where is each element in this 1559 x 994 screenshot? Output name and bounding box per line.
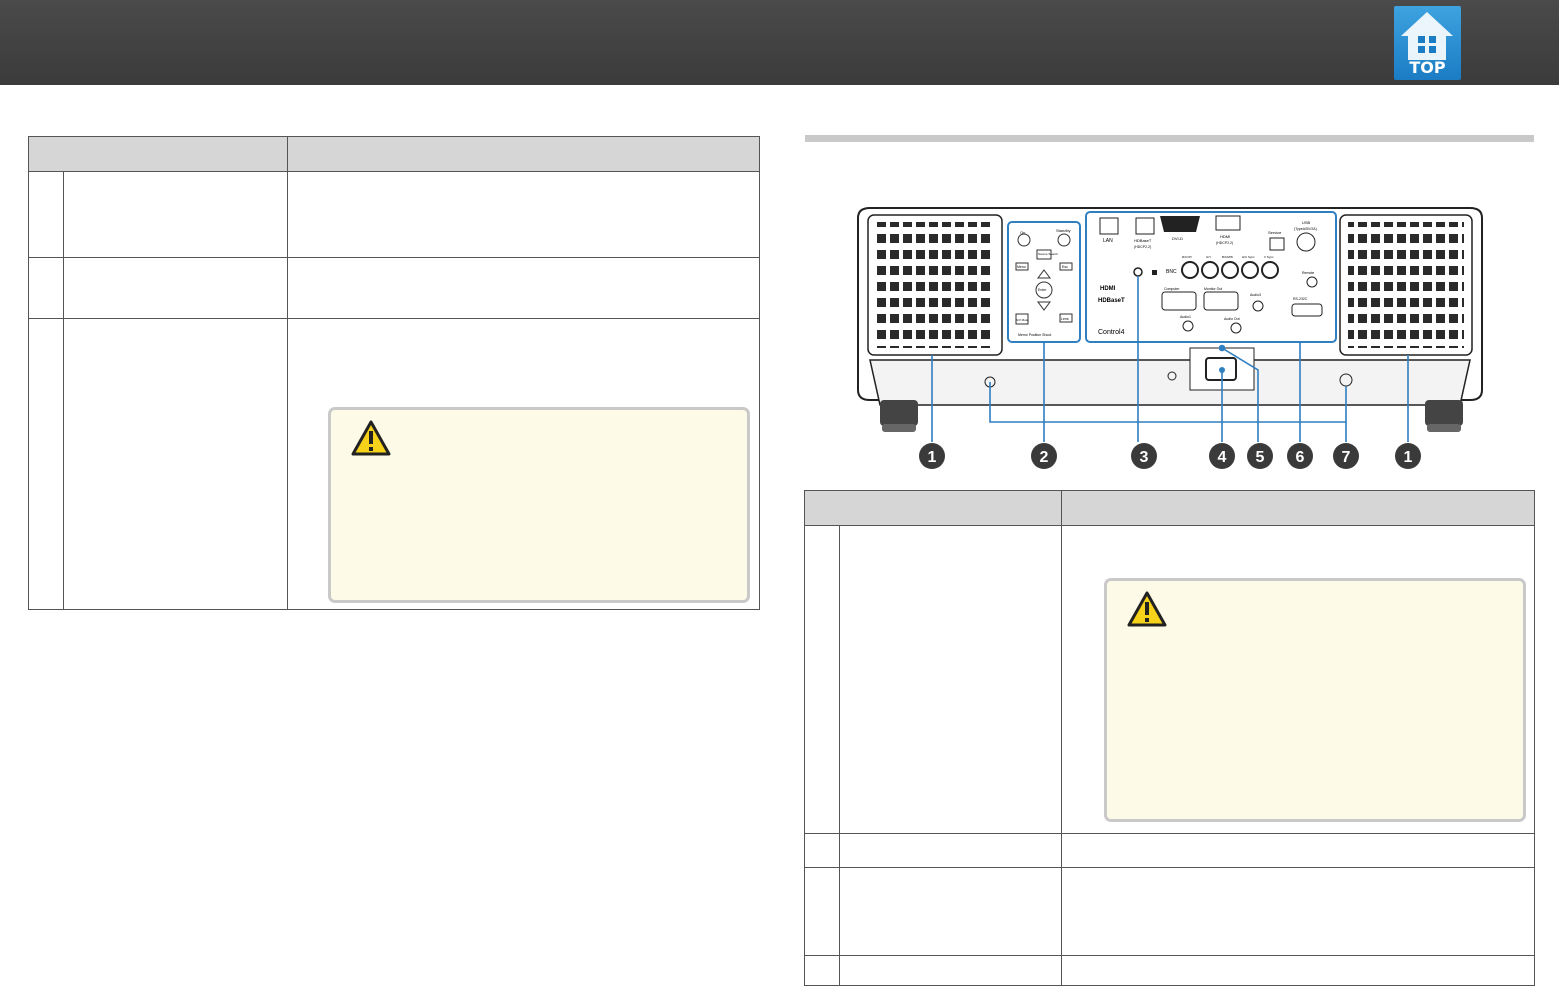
table-header-name xyxy=(28,136,288,172)
callout-7: 7 xyxy=(1342,449,1351,466)
bnc-label-1: R/Cr/Pr xyxy=(1182,255,1192,259)
row-name xyxy=(839,867,1062,956)
service-port-label: Service xyxy=(1268,230,1282,235)
panel-lens-label: Lens xyxy=(1061,317,1069,321)
row-name xyxy=(63,318,288,610)
row-function xyxy=(287,257,760,319)
computer-port-label: Computer xyxy=(1164,287,1180,291)
callout-3: 3 xyxy=(1140,449,1149,466)
row-name xyxy=(63,257,288,319)
panel-memo-label: Memo Position Shoot xyxy=(1018,333,1051,337)
callout-6: 6 xyxy=(1296,449,1305,466)
row-name xyxy=(839,955,1062,986)
hdmi-port-label: HDMI xyxy=(1220,234,1230,239)
table-header-name xyxy=(804,490,1062,526)
left-spec-table xyxy=(27,136,760,610)
panel-enter-label: Enter xyxy=(1038,288,1047,292)
panel-standby-label: Standby xyxy=(1056,228,1071,233)
right-spec-table xyxy=(803,490,1535,986)
panel-menu-label: Menu xyxy=(1017,265,1026,269)
table-row xyxy=(803,525,1535,834)
left-air-vent xyxy=(867,214,1003,356)
row-function xyxy=(1061,867,1535,956)
projector-rear-figure: On Standby Source Search Menu Esc Enter … xyxy=(850,200,1490,475)
audio3-port-label: Audio3 xyxy=(1250,293,1261,297)
usb-port-sublabel: (TypeA/5V/2A) xyxy=(1294,227,1317,231)
table-row xyxy=(27,171,760,258)
audio-out-port-label: Audio Out xyxy=(1224,317,1240,321)
bnc-label-3: B/Cb/Pb xyxy=(1222,255,1234,259)
caution-box xyxy=(1104,578,1526,822)
bnc-label-2: G/Y xyxy=(1206,255,1211,259)
row-function xyxy=(1061,955,1535,986)
callout-1-left: 1 xyxy=(928,449,937,466)
hdmi-hdcp-label: (HDCP2.2) xyxy=(1216,241,1233,245)
table-header-row xyxy=(28,136,760,172)
row-function xyxy=(287,318,760,610)
bnc-label-4: H/C Sync xyxy=(1242,255,1255,259)
row-number xyxy=(27,318,65,610)
table-header-row xyxy=(804,490,1535,526)
callout-4: 4 xyxy=(1218,449,1227,466)
table-row xyxy=(27,318,760,610)
rs232c-port-label: RS-232C xyxy=(1293,297,1308,301)
table-row xyxy=(803,955,1535,986)
row-number xyxy=(803,525,841,834)
callout-1-right: 1 xyxy=(1404,449,1413,466)
bnc-label: BNC xyxy=(1166,269,1177,275)
table-header-function xyxy=(1061,490,1535,526)
dvi-port-label: DVI-D xyxy=(1172,236,1183,241)
hdbaset-port-label: HDBaseT xyxy=(1134,238,1152,243)
row-function xyxy=(287,171,760,258)
row-number xyxy=(803,833,841,868)
row-function xyxy=(1061,525,1535,834)
page-header-bar xyxy=(0,0,1559,85)
panel-avmute-label: A/V Mute xyxy=(1016,318,1029,322)
lan-port-label: LAN xyxy=(1103,238,1113,244)
caution-box xyxy=(328,407,750,603)
right-air-vent xyxy=(1339,214,1473,356)
row-function xyxy=(1061,833,1535,868)
row-number xyxy=(803,867,841,956)
table-header-function xyxy=(287,136,760,172)
hdbaset-hdcp-label: (HDCP2.2) xyxy=(1134,245,1151,249)
panel-on-label: On xyxy=(1020,230,1025,235)
remote-port-label: Remote xyxy=(1302,271,1314,275)
row-number xyxy=(803,955,841,986)
section-heading-rule xyxy=(805,135,1534,142)
panel-source-label: Source Search xyxy=(1038,252,1058,256)
callout-2: 2 xyxy=(1040,449,1049,466)
callout-5: 5 xyxy=(1256,449,1265,466)
audio1-port-label: Audio1 xyxy=(1180,315,1191,319)
control-panel: On Standby Source Search Menu Esc Enter … xyxy=(1007,221,1081,343)
row-number xyxy=(27,171,65,258)
row-name xyxy=(839,833,1062,868)
panel-esc-label: Esc xyxy=(1062,265,1068,269)
callout-markers: 1 2 3 4 5 6 7 1 xyxy=(919,443,1421,469)
top-button[interactable]: TOP xyxy=(1394,6,1461,80)
row-name xyxy=(839,525,1062,834)
table-row xyxy=(803,867,1535,956)
hdbaset-logo: HDBaseT xyxy=(1098,298,1125,304)
projector-rear-illustration: On Standby Source Search Menu Esc Enter … xyxy=(857,207,1483,469)
warning-triangle-icon xyxy=(351,420,391,456)
monitor-out-port-label: Monitor Out xyxy=(1204,287,1222,291)
table-row xyxy=(27,257,760,319)
interface-panel: LAN HDBaseT (HDCP2.2) DVI-D HDMI (HDCP2.… xyxy=(1085,211,1337,343)
warning-triangle-icon xyxy=(1127,591,1167,627)
usb-port-label: USB xyxy=(1302,220,1311,225)
control4-logo: Control4 xyxy=(1098,329,1125,336)
row-number xyxy=(27,257,65,319)
bnc-label-5: V Sync xyxy=(1264,255,1274,259)
row-name xyxy=(63,171,288,258)
table-row xyxy=(803,833,1535,868)
hdmi-logo: HDMI xyxy=(1100,286,1116,292)
top-button-label: TOP xyxy=(1409,58,1446,77)
home-icon xyxy=(1401,12,1453,60)
